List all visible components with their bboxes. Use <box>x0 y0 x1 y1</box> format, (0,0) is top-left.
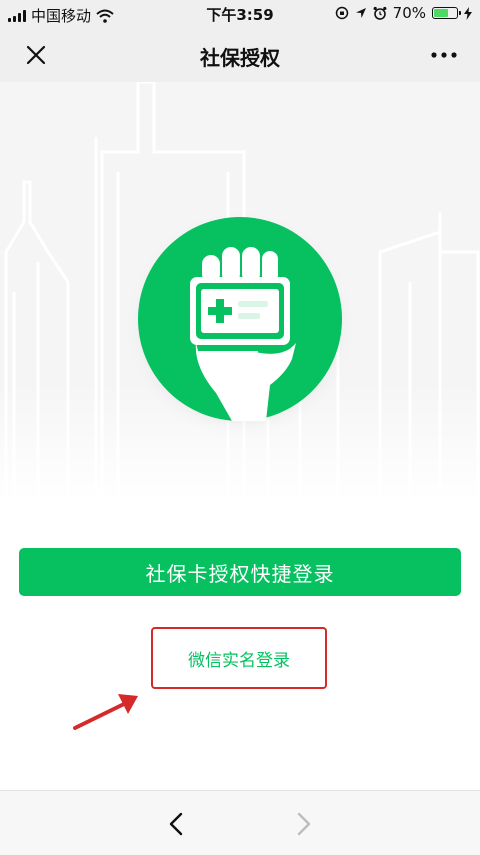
wechat-real-name-login-label: 微信实名登录 <box>188 650 290 671</box>
chevron-right-icon <box>297 812 311 836</box>
orientation-lock-icon <box>335 6 348 20</box>
close-icon[interactable] <box>22 41 50 69</box>
charging-icon <box>464 6 472 20</box>
alarm-icon <box>373 6 387 20</box>
social-security-card-login-button[interactable]: 社保卡授权快捷登录 <box>19 548 461 596</box>
page-title: 社保授权 <box>200 46 280 70</box>
status-right: 70% <box>335 4 472 22</box>
social-security-emblem <box>138 217 342 421</box>
status-bar: 中国移动 下午3:59 70% <box>0 0 480 28</box>
nav-bar: 社保授权 <box>0 28 480 82</box>
wechat-real-name-login-link[interactable]: 微信实名登录 <box>151 627 327 689</box>
hero-section <box>0 82 480 502</box>
hand-holding-social-security-card-icon <box>138 217 342 421</box>
annotation-arrow-icon <box>73 694 138 730</box>
location-icon <box>355 8 366 18</box>
chevron-left-icon[interactable] <box>160 807 194 841</box>
battery-icon <box>432 7 461 19</box>
battery-percent: 70% <box>392 4 426 22</box>
bottom-toolbar <box>0 790 480 855</box>
more-icon[interactable] <box>426 41 462 69</box>
